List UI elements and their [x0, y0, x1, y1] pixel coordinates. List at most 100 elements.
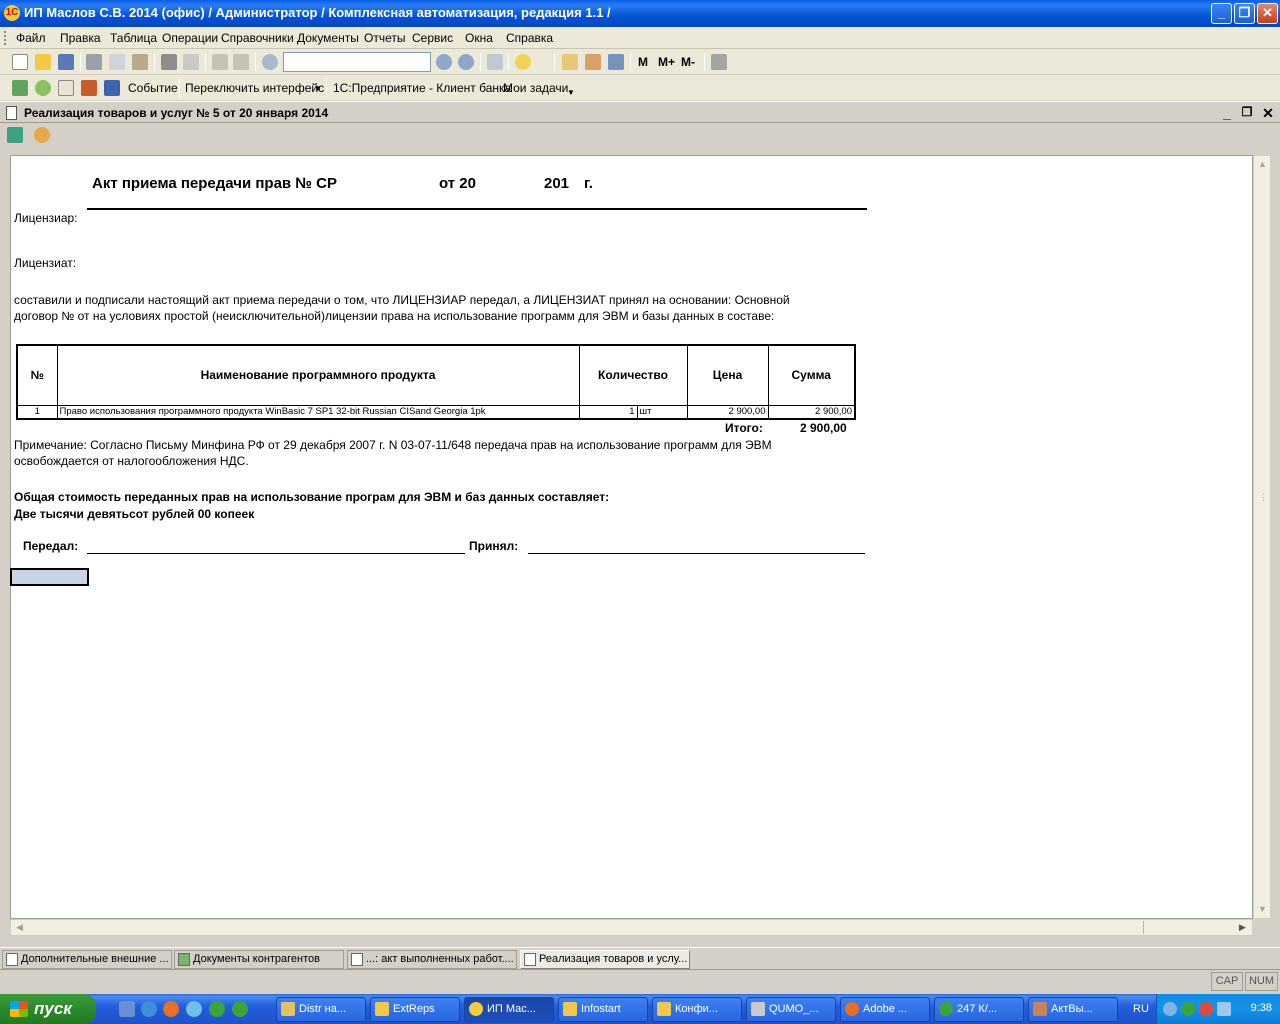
- calculator-icon[interactable]: [562, 54, 578, 70]
- new-document-icon[interactable]: [12, 54, 28, 70]
- sync-icon[interactable]: [35, 80, 51, 96]
- spreadsheet-document[interactable]: Акт приема передачи прав № СР от 20 201 …: [10, 155, 1253, 919]
- menu-table[interactable]: Таблица: [110, 31, 157, 45]
- taskbar-item[interactable]: АктВы...: [1028, 997, 1118, 1022]
- doc-close-icon[interactable]: ✕: [1260, 105, 1276, 122]
- vertical-scrollbar[interactable]: ▲ ⋮ ▼: [1253, 155, 1271, 919]
- window-tab-active[interactable]: Реализация товаров и услу...: [520, 950, 690, 969]
- taskbar-item[interactable]: 247 К/...: [934, 997, 1024, 1022]
- report-icon[interactable]: [58, 80, 74, 96]
- taskbar-item-active[interactable]: ИП Мас...: [464, 997, 554, 1022]
- doc-minimize-icon[interactable]: _: [1219, 105, 1235, 121]
- paste-icon[interactable]: [132, 54, 148, 70]
- minimize-button[interactable]: _: [1211, 3, 1232, 24]
- cell-unit[interactable]: шт: [636, 404, 688, 420]
- chevron-down-icon[interactable]: ▼: [314, 84, 322, 93]
- redo-icon[interactable]: [233, 54, 249, 70]
- camera-icon[interactable]: [7, 127, 23, 143]
- memory-add-button[interactable]: M+: [658, 55, 675, 69]
- people-icon[interactable]: [104, 80, 120, 96]
- save-icon[interactable]: [58, 54, 74, 70]
- menu-file[interactable]: Файл: [16, 31, 46, 45]
- event-button[interactable]: Событие: [128, 81, 178, 95]
- scroll-up-icon[interactable]: ▲: [1258, 159, 1267, 169]
- menu-operations[interactable]: Операции: [162, 31, 218, 45]
- doc-restore-icon[interactable]: ❐: [1239, 105, 1255, 119]
- cell-product[interactable]: Право использования программного продукт…: [56, 404, 580, 420]
- chevron-down-icon[interactable]: ▼: [567, 88, 575, 97]
- memory-subtract-button[interactable]: M-: [681, 55, 695, 69]
- ie-icon[interactable]: [141, 1001, 157, 1017]
- menu-help[interactable]: Справка: [506, 31, 553, 45]
- torrent-icon[interactable]: [209, 1001, 225, 1017]
- document-icon: [6, 106, 17, 120]
- window-tab[interactable]: Документы контрагентов: [174, 950, 344, 969]
- memory-store-button[interactable]: M: [638, 55, 648, 69]
- menu-references[interactable]: Справочники: [221, 31, 294, 45]
- taskbar-item[interactable]: Adobe ...: [840, 997, 930, 1022]
- calendar-icon[interactable]: [585, 54, 601, 70]
- window-tab[interactable]: ...: акт выполненных работ....: [347, 950, 517, 969]
- taskbar-item[interactable]: Distr на...: [276, 997, 366, 1022]
- app-icon: 1C: [4, 5, 20, 21]
- windows-icon[interactable]: [487, 54, 503, 70]
- taskbar-item[interactable]: Infostart: [558, 997, 648, 1022]
- my-tasks-button[interactable]: Мои задачи: [503, 81, 568, 95]
- cell-sum[interactable]: 2 900,00: [767, 404, 856, 420]
- menu-documents[interactable]: Документы: [297, 31, 359, 45]
- users-icon[interactable]: [608, 54, 624, 70]
- show-desktop-icon[interactable]: [119, 1001, 135, 1017]
- scroll-right-icon[interactable]: ▶: [1239, 922, 1246, 933]
- torrent-icon[interactable]: [232, 1001, 248, 1017]
- cell-number[interactable]: 1: [16, 404, 58, 420]
- close-button[interactable]: ✕: [1257, 3, 1278, 24]
- window-title-bar[interactable]: 1C ИП Маслов С.В. 2014 (офис) / Админист…: [0, 0, 1280, 27]
- books-icon[interactable]: [81, 80, 97, 96]
- taskbar-item[interactable]: QUMO_...: [746, 997, 836, 1022]
- refresh-icon[interactable]: [12, 80, 28, 96]
- print-preview-icon[interactable]: [183, 54, 199, 70]
- search-input[interactable]: [283, 52, 431, 72]
- search-icon[interactable]: [262, 54, 278, 70]
- print-icon[interactable]: [161, 54, 177, 70]
- cell-quantity[interactable]: 1: [578, 404, 638, 420]
- horizontal-scrollbar[interactable]: ◀ ▶: [10, 919, 1253, 936]
- browser-icon[interactable]: [186, 1001, 202, 1017]
- folder-icon: [375, 1002, 389, 1016]
- undo-icon[interactable]: [212, 54, 228, 70]
- taskbar-item[interactable]: ExtReps: [370, 997, 460, 1022]
- firefox-icon[interactable]: [163, 1001, 179, 1017]
- table-row[interactable]: 1 Право использования программного проду…: [16, 404, 856, 420]
- open-folder-icon[interactable]: [35, 54, 51, 70]
- find-next-icon[interactable]: [436, 54, 452, 70]
- language-indicator[interactable]: RU: [1133, 1003, 1149, 1015]
- selected-cell[interactable]: [10, 568, 89, 586]
- menu-edit[interactable]: Правка: [60, 31, 101, 45]
- cell-price[interactable]: 2 900,00: [686, 404, 769, 420]
- menu-windows[interactable]: Окна: [465, 31, 493, 45]
- menu-reports[interactable]: Отчеты: [364, 31, 405, 45]
- copy-icon[interactable]: [109, 54, 125, 70]
- scroll-down-icon[interactable]: ▼: [1258, 904, 1267, 914]
- torrent-tray-icon[interactable]: [1181, 1002, 1195, 1016]
- scroll-grip-icon[interactable]: ⋮: [1259, 492, 1268, 503]
- total-cost-line1: Общая стоимость переданных прав на испол…: [14, 490, 610, 504]
- tools-icon[interactable]: [711, 54, 727, 70]
- taskbar-item[interactable]: Конфи...: [652, 997, 742, 1022]
- help-icon[interactable]: [34, 127, 50, 143]
- maximize-button[interactable]: ❐: [1234, 3, 1255, 24]
- start-button[interactable]: пуск: [0, 994, 96, 1024]
- taskbar-item-label: 247 К/...: [957, 1003, 998, 1015]
- antivirus-tray-icon[interactable]: [1199, 1002, 1213, 1016]
- menu-service[interactable]: Сервис: [412, 31, 453, 45]
- info-icon[interactable]: [515, 54, 531, 70]
- switch-interface-button[interactable]: Переключить интерфейс: [185, 81, 324, 95]
- bank-client-button[interactable]: 1С:Предприятие - Клиент банка: [333, 81, 511, 95]
- tray-arrow-icon[interactable]: [1163, 1002, 1177, 1016]
- scroll-left-icon[interactable]: ◀: [16, 922, 23, 933]
- network-tray-icon[interactable]: [1217, 1002, 1231, 1016]
- window-tab[interactable]: Дополнительные внешние ...: [2, 950, 172, 969]
- toolbar-grip[interactable]: [4, 31, 7, 45]
- find-previous-icon[interactable]: [458, 54, 474, 70]
- cut-icon[interactable]: [86, 54, 102, 70]
